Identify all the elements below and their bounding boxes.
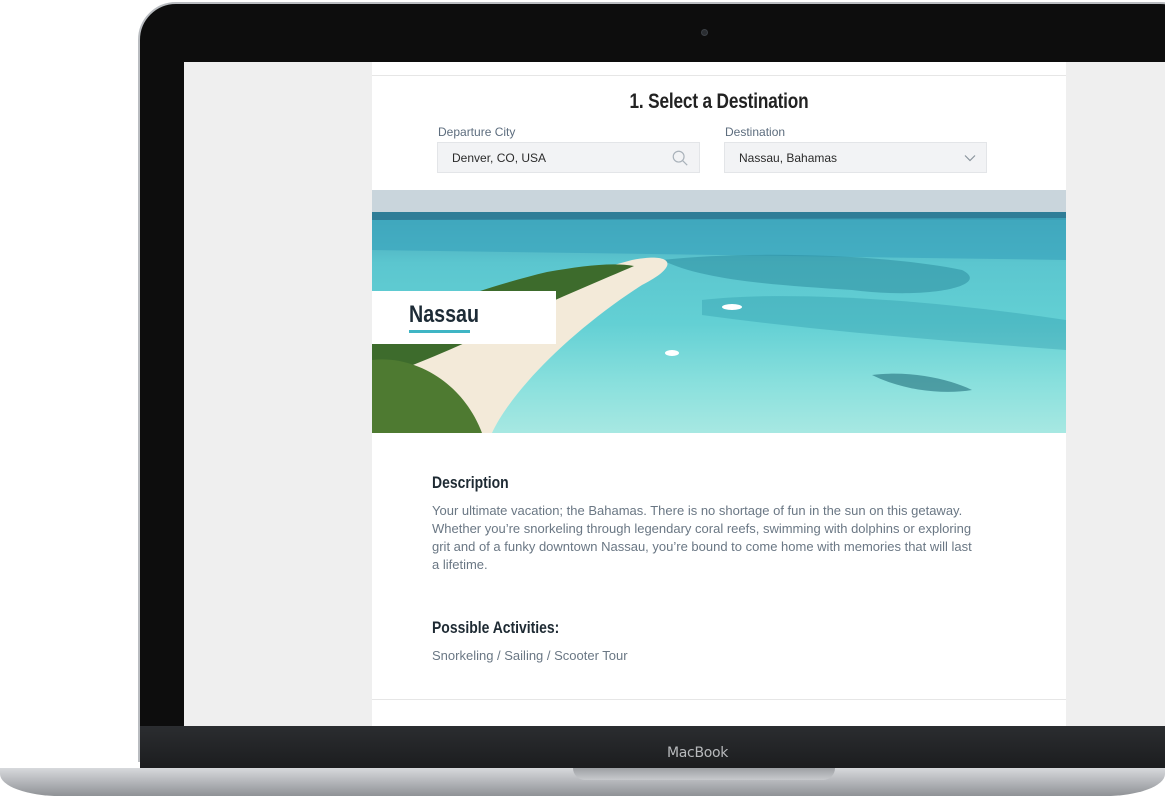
description-heading: Description [432,473,509,492]
departure-city-input[interactable]: Denver, CO, USA [437,142,700,173]
destination-hero-image: Nassau [372,190,1066,433]
brand-label: MacBook [667,745,729,761]
search-icon[interactable] [671,149,689,167]
departure-label: Departure City [438,125,516,139]
laptop-chin [140,726,1165,770]
destination-select[interactable]: Nassau, Bahamas [724,142,987,173]
departure-value: Denver, CO, USA [452,151,547,165]
screen: 1. Select a Destination Departure City D… [184,62,1165,726]
divider [372,75,1066,76]
destination-page: 1. Select a Destination Departure City D… [372,62,1066,726]
activities-text: Snorkeling / Sailing / Scooter Tour [432,648,628,663]
title-underline [409,330,470,333]
activities-heading: Possible Activities: [432,618,560,637]
divider [372,699,1066,700]
description-text: Your ultimate vacation; the Bahamas. The… [432,502,1012,574]
laptop-notch [573,768,835,780]
camera-icon [701,29,708,36]
destination-label: Destination [725,125,786,139]
destination-title: Nassau [409,301,480,328]
description-line: a lifetime. [432,557,488,572]
destination-value: Nassau, Bahamas [739,151,838,165]
chevron-down-icon [964,155,976,162]
description-line: grit and of a funky downtown Nassau, you… [432,539,972,554]
hero-title-card: Nassau [372,291,556,344]
description-line: Whether you’re snorkeling through legend… [432,521,972,536]
description-line: Your ultimate vacation; the Bahamas. The… [432,503,963,518]
section-title: 1. Select a Destination [629,90,809,113]
